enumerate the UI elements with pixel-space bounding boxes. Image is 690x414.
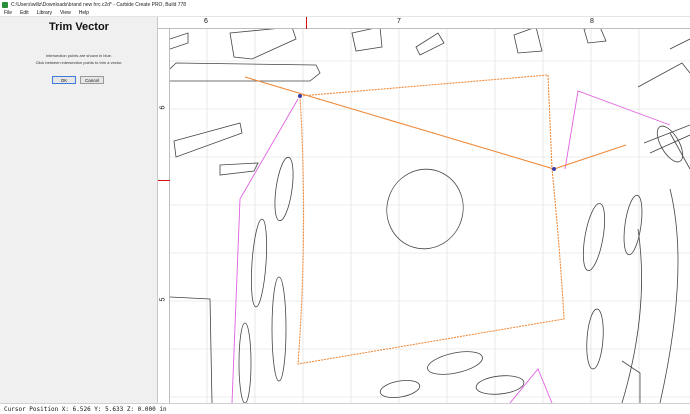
shape-top-right-tab <box>583 29 607 44</box>
menu-help[interactable]: Help <box>79 10 89 16</box>
panel-instruction-2: Click between intersection points to tri… <box>35 60 123 65</box>
shape-right-wedge-3 <box>669 132 690 170</box>
ruler-top-cursor-marker <box>306 17 307 29</box>
intersection-point-1 <box>298 94 302 98</box>
window-titlebar: C:\Users\willz\Downloads\brand new hrc.c… <box>0 0 690 9</box>
selected-quad <box>297 74 565 365</box>
shape-ellipse-1 <box>274 156 294 222</box>
ruler-top-label-8: 8 <box>590 18 594 25</box>
shape-flat-ellipse-2 <box>475 375 525 395</box>
trim-vector-panel: Trim Vector Intersection points are show… <box>0 17 158 403</box>
menu-edit[interactable]: Edit <box>20 10 29 16</box>
shape-right-wedge-2 <box>643 124 690 154</box>
shape-ellipse-7 <box>586 308 604 370</box>
shape-top-bar-2 <box>351 29 383 52</box>
design-canvas[interactable] <box>170 29 690 403</box>
magenta-bottom-path <box>509 368 553 403</box>
shape-top-bar-1 <box>229 29 297 60</box>
shape-right-wedge-1 <box>637 62 690 88</box>
selected-vectors[interactable] <box>244 74 627 365</box>
ruler-top-label-7: 7 <box>397 18 401 25</box>
shape-small-bar <box>219 162 259 176</box>
ok-button[interactable]: OK <box>52 76 76 84</box>
canvas-drawing[interactable] <box>170 29 690 403</box>
app-icon <box>2 1 8 8</box>
vertical-ruler[interactable]: 6 5 <box>158 29 170 403</box>
ruler-left-cursor-marker <box>158 180 170 181</box>
cancel-button[interactable]: Cancel <box>80 76 104 84</box>
shape-right-curve-1 <box>621 228 642 403</box>
menu-bar: File Edit Library View Help <box>0 9 690 17</box>
horizontal-ruler[interactable]: 6 7 8 <box>158 17 690 29</box>
intersection-point-2 <box>552 167 556 171</box>
shape-diagonal-bar <box>173 122 243 158</box>
shape-ellipse-2 <box>250 218 268 308</box>
magenta-left-path <box>231 98 299 403</box>
shape-ellipse-3 <box>271 276 287 382</box>
shape-long-bar <box>170 62 321 82</box>
panel-title: Trim Vector <box>49 21 109 33</box>
status-bar: Cursor Position X: 6.526 Y: 5.633 Z: 0.0… <box>0 403 690 414</box>
panel-instruction-1: Intersection points are shown in blue. <box>45 53 113 58</box>
ruler-left-label-5: 5 <box>159 297 167 302</box>
shape-flat-ellipse-1 <box>427 351 483 375</box>
intersection-points[interactable] <box>298 94 556 171</box>
menu-view[interactable]: View <box>60 10 71 16</box>
shape-ellipse-6 <box>623 194 643 256</box>
shape-top-bar-3 <box>415 32 445 56</box>
cursor-position-readout: Cursor Position X: 6.526 Y: 5.633 Z: 0.0… <box>4 405 167 413</box>
window-title: C:\Users\willz\Downloads\brand new hrc.c… <box>11 1 187 8</box>
shape-right-curve-2 <box>659 188 679 403</box>
menu-library[interactable]: Library <box>37 10 52 16</box>
shape-ellipse-5 <box>582 203 606 271</box>
ruler-left-label-6: 6 <box>159 105 167 110</box>
menu-file[interactable]: File <box>4 10 12 16</box>
shape-top-left-sliver <box>170 32 189 50</box>
shape-top-right-edge <box>669 38 690 50</box>
shape-bottom-left-box <box>170 296 213 403</box>
shape-large-ellipse <box>386 168 464 250</box>
ruler-top-label-6: 6 <box>204 18 208 25</box>
shape-ellipse-4 <box>238 322 252 403</box>
shape-top-bar-4 <box>513 29 543 54</box>
